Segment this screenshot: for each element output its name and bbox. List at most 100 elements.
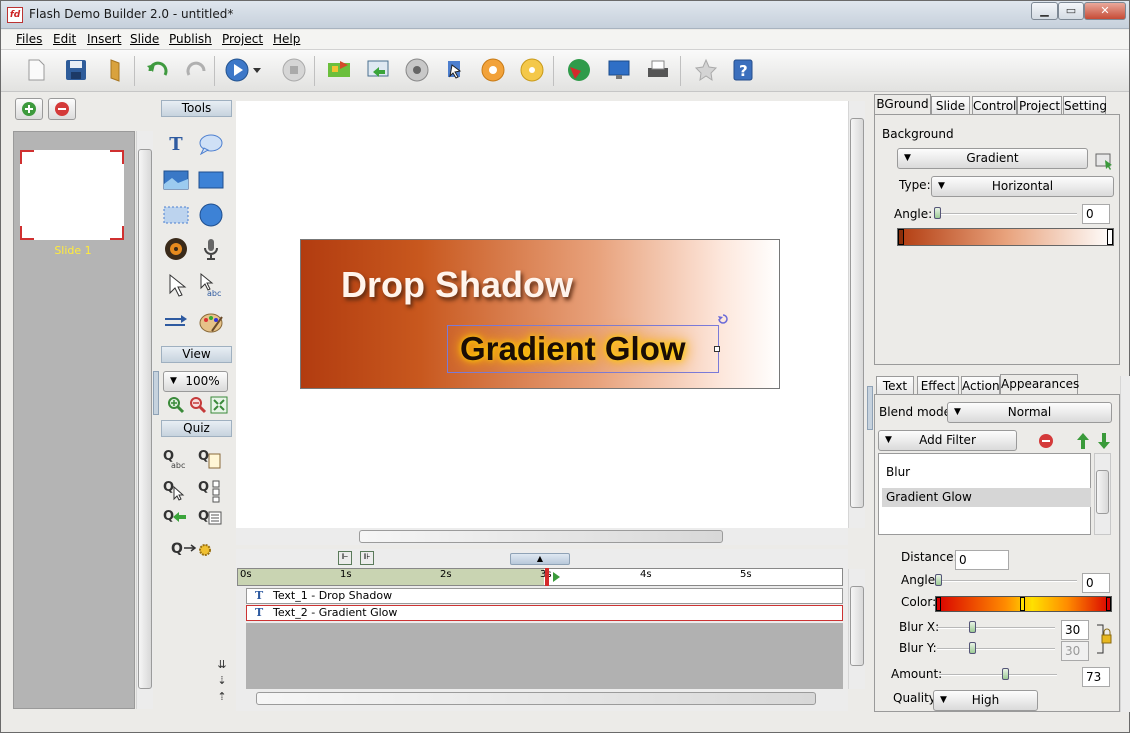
- menu-publish[interactable]: Publish: [169, 32, 212, 46]
- gradient-end-stop[interactable]: [1107, 229, 1113, 245]
- undo-icon[interactable]: [145, 57, 171, 83]
- quiz-text-entry-icon[interactable]: Qabc: [163, 446, 189, 472]
- filter-list-scrollbar[interactable]: [1094, 453, 1111, 535]
- play-dropdown-icon[interactable]: [250, 57, 264, 83]
- timeline-row[interactable]: T Text_1 - Drop Shadow: [246, 588, 843, 604]
- add-filter-dropdown[interactable]: ▼ Add Filter: [878, 430, 1017, 451]
- blur-y-slider[interactable]: [937, 648, 1055, 650]
- tab-text[interactable]: Text: [876, 376, 914, 396]
- color-stop-left[interactable]: [936, 597, 941, 611]
- collapse-left-handle[interactable]: [153, 371, 159, 415]
- menu-edit[interactable]: Edit: [53, 32, 76, 46]
- cursor-text-tool-icon[interactable]: abc: [198, 272, 224, 298]
- open-folder-icon[interactable]: [102, 57, 128, 83]
- gradient-start-stop[interactable]: [898, 229, 904, 245]
- print-icon[interactable]: [645, 57, 671, 83]
- ellipse-tool-icon[interactable]: [198, 202, 224, 228]
- blur-y-input[interactable]: 30: [1061, 641, 1089, 661]
- quiz-hotspot-icon[interactable]: Q: [163, 477, 189, 503]
- blur-x-knob[interactable]: [969, 621, 976, 633]
- text-tool-icon[interactable]: T: [163, 131, 189, 157]
- callout-tool-icon[interactable]: [198, 131, 224, 157]
- tab-appearances[interactable]: Appearances: [1000, 374, 1079, 396]
- quiz-list-icon[interactable]: Q: [198, 504, 224, 530]
- burn-cd-icon[interactable]: [519, 57, 545, 83]
- stop-icon[interactable]: [281, 57, 307, 83]
- timeline-ruler[interactable]: 0s 1s 2s 3s 4s 5s: [237, 568, 843, 586]
- import-screen-icon[interactable]: [365, 57, 391, 83]
- tab-project[interactable]: Project: [1017, 96, 1062, 116]
- amount-knob[interactable]: [1002, 668, 1009, 680]
- menu-files[interactable]: Files: [16, 32, 42, 46]
- fit-to-screen-icon[interactable]: [209, 395, 229, 415]
- zoom-out-icon[interactable]: [188, 395, 208, 415]
- zoom-in-icon[interactable]: [166, 395, 186, 415]
- zoom-dropdown[interactable]: ▼ 100%: [163, 371, 228, 392]
- help-icon[interactable]: ?: [730, 57, 756, 83]
- tab-setting[interactable]: Setting: [1063, 96, 1107, 116]
- tab-bground[interactable]: BGround: [874, 94, 931, 116]
- play-icon[interactable]: [224, 57, 250, 83]
- color-stop-right[interactable]: [1106, 597, 1111, 611]
- timeline-align-left-icon[interactable]: ⊩: [338, 551, 352, 565]
- gradient-type-dropdown[interactable]: ▼ Horizontal: [931, 176, 1114, 197]
- menu-help[interactable]: Help: [273, 32, 300, 46]
- blur-x-input[interactable]: 30: [1061, 620, 1089, 640]
- record-disc-icon[interactable]: [404, 57, 430, 83]
- quiz-back-icon[interactable]: Q: [163, 504, 189, 530]
- minimize-button[interactable]: ▁: [1031, 2, 1058, 20]
- amount-slider[interactable]: [939, 674, 1057, 676]
- blend-mode-dropdown[interactable]: ▼ Normal: [947, 402, 1112, 423]
- resize-handle[interactable]: [714, 346, 720, 352]
- rectangle-tool-icon[interactable]: [198, 167, 224, 193]
- redo-icon[interactable]: [183, 57, 209, 83]
- quality-dropdown[interactable]: ▼ High: [933, 690, 1038, 711]
- gradient-glow-text[interactable]: Gradient Glow: [460, 330, 686, 368]
- cursor-tool-icon[interactable]: [163, 272, 189, 298]
- tab-slide[interactable]: Slide: [931, 96, 970, 116]
- timeline-row-selected[interactable]: T Text_2 - Gradient Glow: [246, 605, 843, 621]
- interaction-icon[interactable]: [442, 57, 468, 83]
- playhead[interactable]: [545, 568, 549, 586]
- publish-desktop-icon[interactable]: [606, 57, 632, 83]
- quiz-settings-icon[interactable]: Q: [171, 536, 217, 562]
- remove-filter-icon[interactable]: [1037, 432, 1055, 450]
- rotate-handle-icon[interactable]: [716, 312, 730, 326]
- audio-cd-icon[interactable]: [480, 57, 506, 83]
- tab-effect[interactable]: Effect: [917, 376, 959, 396]
- maximize-button[interactable]: ▭: [1058, 2, 1084, 20]
- tab-action[interactable]: Action: [961, 376, 1000, 396]
- angle-slider-knob[interactable]: [934, 207, 941, 219]
- slide-canvas[interactable]: Drop Shadow Gradient Glow: [236, 101, 848, 528]
- favorite-star-icon[interactable]: [693, 57, 719, 83]
- microphone-tool-icon[interactable]: [198, 236, 224, 262]
- image-tool-icon[interactable]: [163, 167, 189, 193]
- fill-type-dropdown[interactable]: ▼ Gradient: [897, 148, 1088, 169]
- delete-slide-button[interactable]: [48, 98, 76, 120]
- close-button[interactable]: ✕: [1084, 2, 1126, 20]
- distance-input[interactable]: 0: [955, 550, 1009, 570]
- menu-project[interactable]: Project: [222, 32, 263, 46]
- glow-color-bar[interactable]: [935, 596, 1112, 612]
- filter-item-gradient-glow[interactable]: Gradient Glow: [882, 488, 1091, 507]
- right-panel-scrollbar[interactable]: [1120, 376, 1130, 712]
- angle-input[interactable]: 0: [1082, 204, 1110, 224]
- arrow-tool-icon[interactable]: [163, 309, 189, 335]
- background-banner[interactable]: Drop Shadow Gradient Glow: [300, 239, 780, 389]
- timeline-vertical-scrollbar[interactable]: [848, 569, 865, 689]
- filter-angle-knob[interactable]: [935, 574, 942, 586]
- sound-tool-icon[interactable]: [163, 236, 189, 262]
- menu-insert[interactable]: Insert: [87, 32, 121, 46]
- highlight-tool-icon[interactable]: [163, 202, 189, 228]
- quiz-fill-blank-icon[interactable]: Q: [198, 446, 224, 472]
- timeline-horizontal-scrollbar[interactable]: [246, 690, 843, 707]
- lock-icon[interactable]: [1095, 621, 1113, 657]
- drop-shadow-text[interactable]: Drop Shadow: [341, 264, 573, 306]
- filter-item-blur[interactable]: Blur: [882, 463, 1091, 482]
- slide-thumbnail[interactable]: [20, 150, 124, 240]
- collapse-right-handle[interactable]: [867, 386, 873, 430]
- gradient-color-bar[interactable]: [897, 228, 1114, 246]
- quiz-multiple-choice-icon[interactable]: Q: [198, 477, 224, 503]
- timeline-side-tools[interactable]: ⇊ ⇣ ⇡: [215, 657, 229, 709]
- filter-angle-input[interactable]: 0: [1082, 573, 1110, 593]
